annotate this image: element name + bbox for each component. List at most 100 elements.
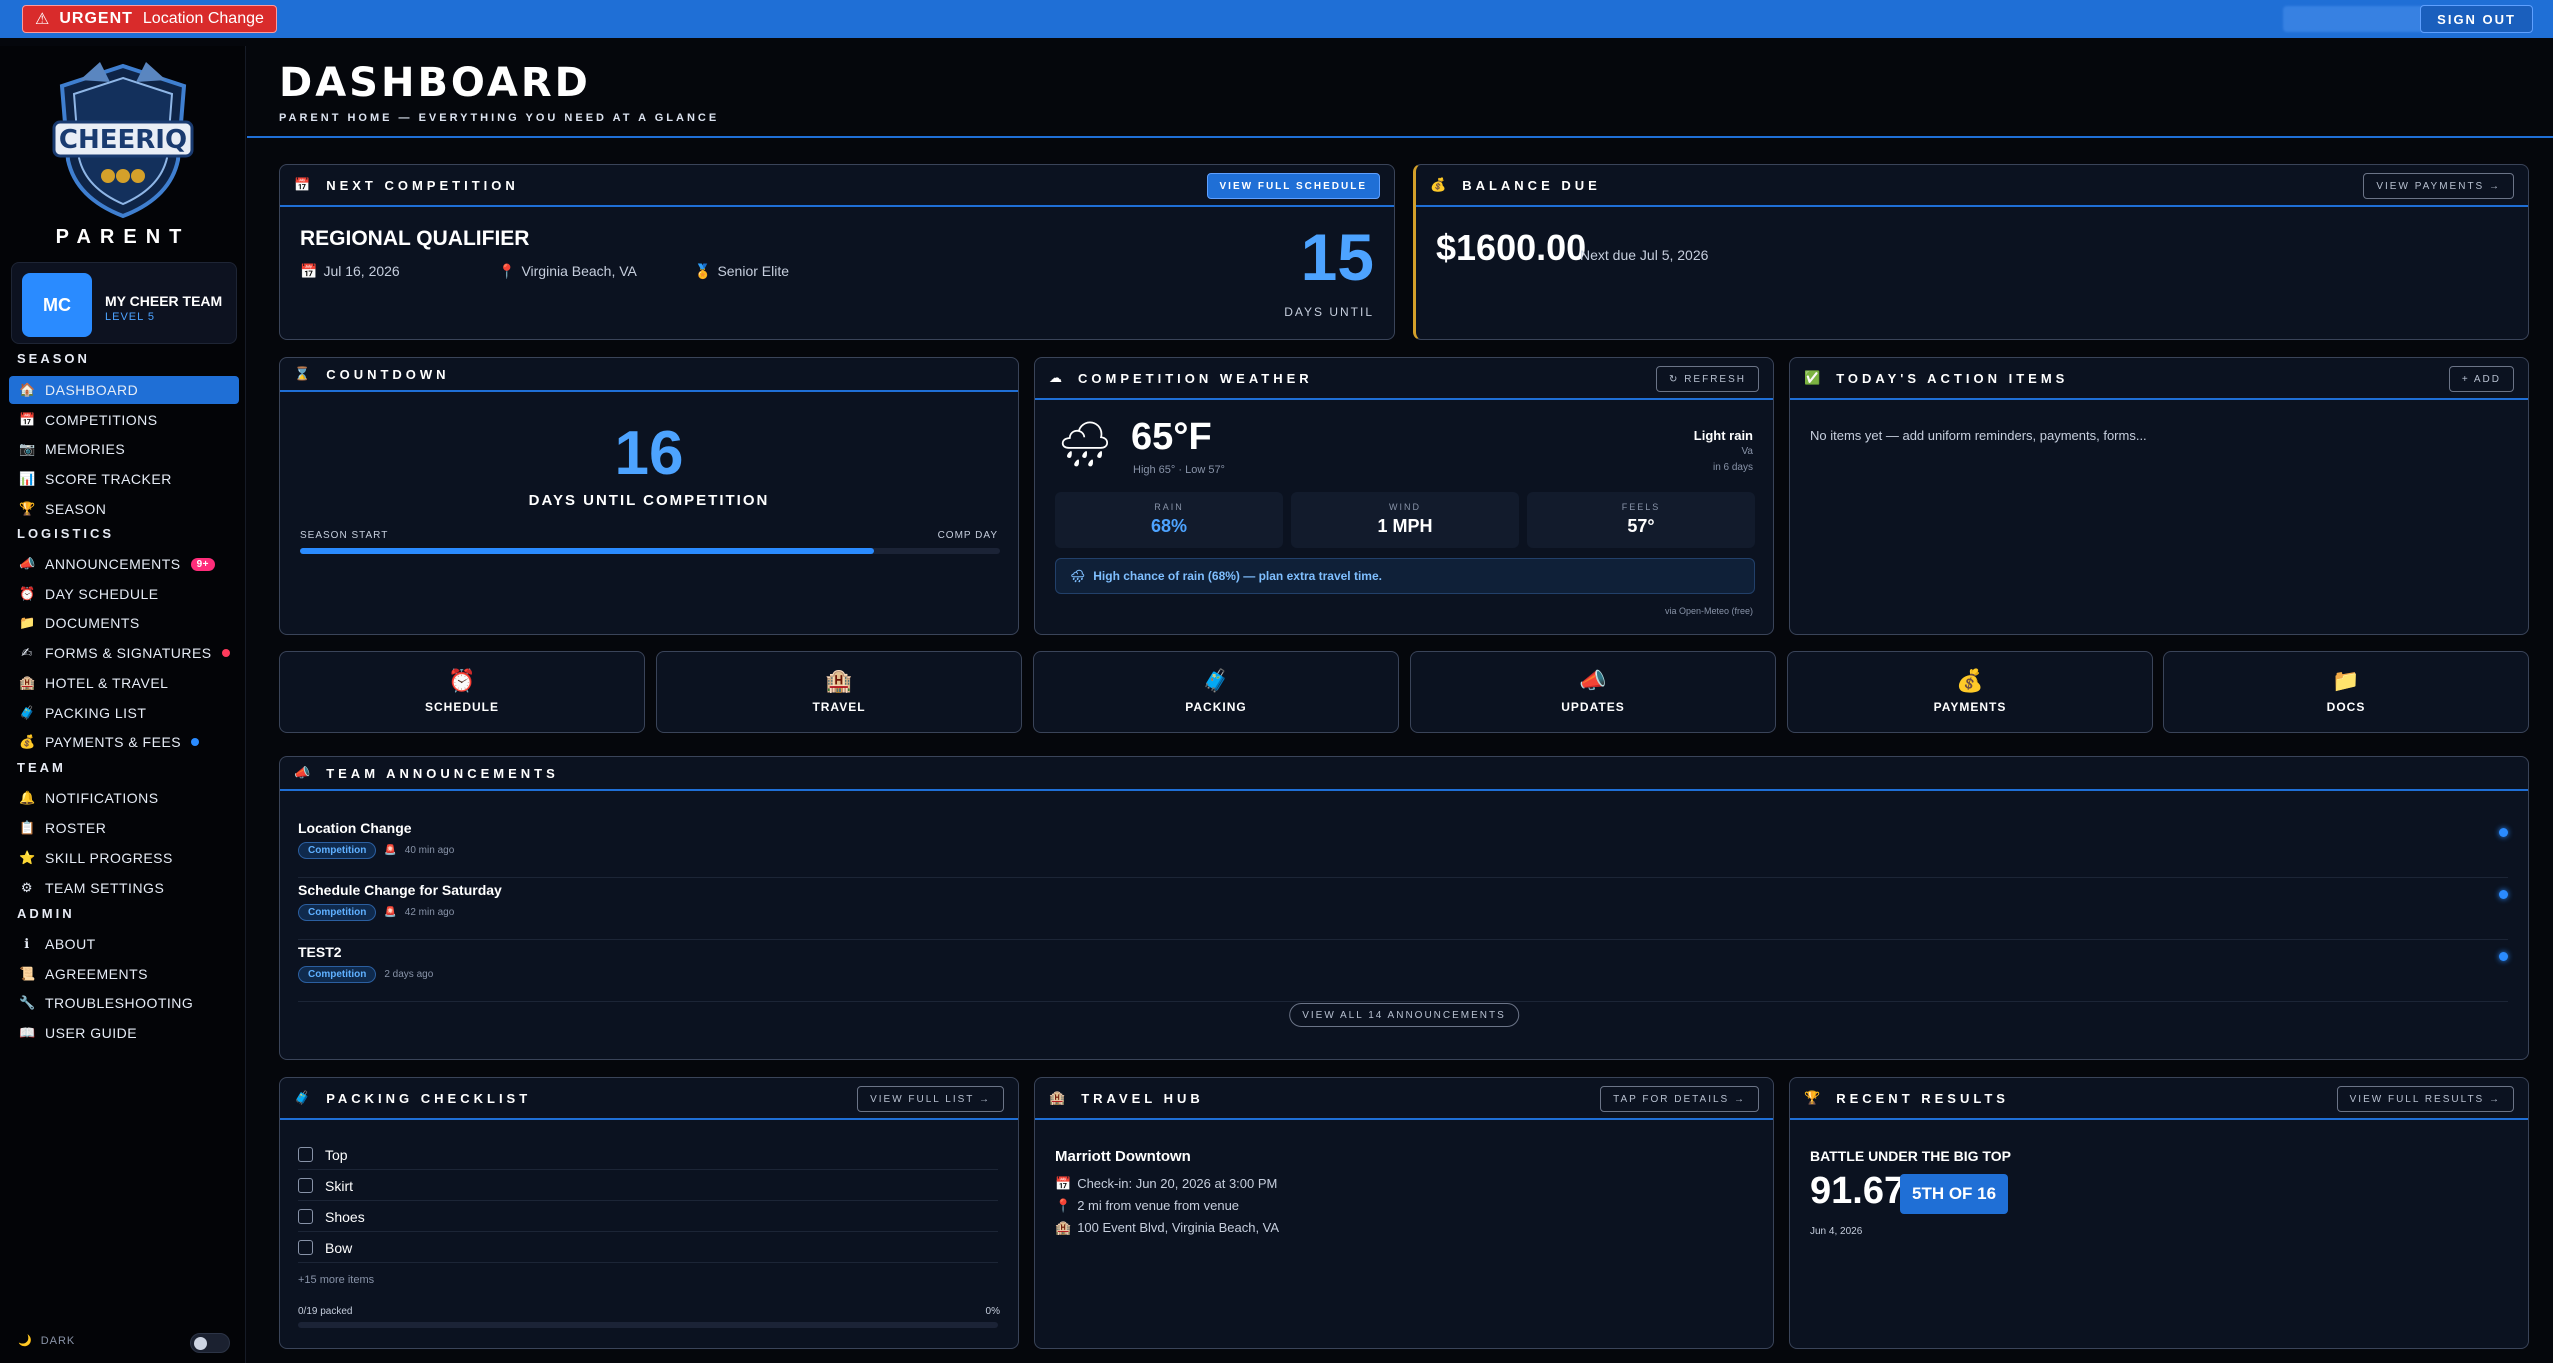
sign-out-button[interactable]: SIGN OUT	[2420, 5, 2533, 33]
sidebar-item-about[interactable]: ℹ ABOUT	[9, 930, 239, 958]
card-title: RECENT RESULTS	[1836, 1090, 2009, 1106]
tile-payments[interactable]: 💰 PAYMENTS	[1787, 651, 2153, 733]
checkbox[interactable]	[298, 1178, 313, 1193]
result-date: Jun 4, 2026	[1810, 1226, 1863, 1237]
section-season: SEASON	[17, 351, 90, 366]
balance-amount: $1600.00	[1436, 227, 1587, 268]
tile-docs[interactable]: 📁 DOCS	[2163, 651, 2529, 733]
sidebar-item-notifications[interactable]: 🔔 NOTIFICATIONS	[9, 784, 239, 812]
megaphone-icon: 📣	[19, 556, 36, 571]
sidebar-item-label: COMPETITIONS	[45, 412, 158, 428]
folder-icon: 📁	[19, 615, 36, 630]
urgent-alert-banner[interactable]: ⚠ URGENT Location Change	[22, 5, 277, 33]
sidebar-item-payments[interactable]: 💰 PAYMENTS & FEES	[9, 728, 239, 756]
tap-for-details-button[interactable]: TAP FOR DETAILS →	[1600, 1086, 1759, 1112]
weather-temp: 65°F	[1131, 416, 1212, 458]
refresh-weather-button[interactable]: ↻ REFRESH	[1656, 366, 1759, 392]
add-action-item-button[interactable]: + ADD	[2448, 366, 2514, 392]
sidebar-item-skill-progress[interactable]: ⭐ SKILL PROGRESS	[9, 844, 239, 872]
announcement-title: Location Change	[298, 820, 412, 836]
sidebar-item-label: ROSTER	[45, 820, 107, 836]
sidebar-item-memories[interactable]: 📷 MEMORIES	[9, 435, 239, 463]
cheeriq-logo: CHEERIQ	[52, 62, 194, 219]
announcement-item[interactable]: Location Change Competition 🚨 40 min ago	[298, 816, 2508, 878]
alarm-clock-icon: ⏰	[19, 586, 36, 601]
action-items-card: ✅ TODAY'S ACTION ITEMS + ADD No items yet…	[1789, 357, 2529, 635]
house-icon: 🏠	[19, 382, 36, 397]
packing-item[interactable]: Shoes	[298, 1202, 998, 1232]
dark-mode-toggle[interactable]	[190, 1333, 230, 1353]
sidebar-item-team-settings[interactable]: ⚙ TEAM SETTINGS	[9, 874, 239, 902]
trophy-icon: 🏆	[19, 501, 36, 516]
packing-item[interactable]: Top	[298, 1140, 998, 1170]
competition-location: 📍 Virginia Beach, VA	[498, 263, 637, 280]
card-title: PACKING CHECKLIST	[326, 1090, 532, 1106]
tile-label: PAYMENTS	[1933, 700, 2007, 714]
page-header: DASHBOARD PARENT HOME — EVERYTHING YOU N…	[247, 46, 2553, 138]
announcement-tag: Competition	[298, 904, 377, 921]
role-label: PARENT	[55, 226, 191, 248]
tile-packing[interactable]: 🧳 PACKING	[1033, 651, 1399, 733]
checkbox[interactable]	[298, 1240, 313, 1255]
camera-icon: 📷	[19, 441, 36, 456]
next-competition-card: 📅 NEXT COMPETITION VIEW FULL SCHEDULE REG…	[279, 164, 1395, 340]
sidebar-item-hotel-travel[interactable]: 🏨 HOTEL & TRAVEL	[9, 669, 239, 697]
wind-label: WIND	[1389, 502, 1421, 512]
feels-stat: FEELS 57°	[1527, 492, 1755, 548]
announcement-item[interactable]: Schedule Change for Saturday Competition 🚨…	[298, 878, 2508, 940]
countdown-progress-track	[300, 548, 1000, 554]
days-until-label: DAYS UNTIL	[1284, 305, 1374, 319]
calendar-icon: 📅	[19, 412, 36, 427]
view-all-announcements-button[interactable]: VIEW ALL 14 ANNOUNCEMENTS	[1289, 1003, 1519, 1027]
view-payments-button[interactable]: VIEW PAYMENTS →	[2363, 173, 2514, 199]
calendar-icon: 📅	[300, 263, 318, 279]
wrench-icon: 🔧	[19, 995, 36, 1010]
megaphone-icon: 📣	[294, 765, 315, 780]
checkbox[interactable]	[298, 1147, 313, 1162]
packing-item[interactable]: Skirt	[298, 1171, 998, 1201]
forms-alert-dot	[221, 649, 230, 657]
sidebar-item-agreements[interactable]: 📜 AGREEMENTS	[9, 960, 239, 988]
comp-day-label: COMP DAY	[937, 530, 998, 541]
sidebar-item-dashboard[interactable]: 🏠 DASHBOARD	[9, 376, 239, 404]
address-text: 100 Event Blvd, Virginia Beach, VA	[1077, 1220, 1280, 1235]
tile-travel[interactable]: 🏨 TRAVEL	[656, 651, 1022, 733]
packing-item-label: Top	[325, 1146, 348, 1163]
packing-item[interactable]: Bow	[298, 1233, 998, 1263]
view-full-results-button[interactable]: VIEW FULL RESULTS →	[2336, 1086, 2514, 1112]
sidebar-item-announcements[interactable]: 📣 ANNOUNCEMENTS 9+	[9, 550, 239, 578]
checkbox-icon: ✅	[1804, 370, 1825, 385]
rain-label: RAIN	[1154, 502, 1184, 512]
calendar-icon: 📅	[1055, 1176, 1072, 1191]
announcement-time: 2 days ago	[384, 969, 434, 980]
card-title: TODAY'S ACTION ITEMS	[1836, 370, 2069, 386]
sidebar-item-packing-list[interactable]: 🧳 PACKING LIST	[9, 699, 239, 727]
tile-schedule[interactable]: ⏰ SCHEDULE	[279, 651, 645, 733]
tile-updates[interactable]: 📣 UPDATES	[1410, 651, 1776, 733]
packing-item-label: Shoes	[325, 1208, 365, 1225]
sidebar-item-troubleshooting[interactable]: 🔧 TROUBLESHOOTING	[9, 989, 239, 1017]
sidebar-item-roster[interactable]: 📋 ROSTER	[9, 814, 239, 842]
sidebar-item-score-tracker[interactable]: 📊 SCORE TRACKER	[9, 465, 239, 493]
announcement-tag: Competition	[298, 966, 377, 983]
view-full-schedule-button[interactable]: VIEW FULL SCHEDULE	[1206, 173, 1380, 199]
urgent-flag-icon: 🚨	[384, 907, 397, 918]
team-card[interactable]: MC MY CHEER TEAM LEVEL 5	[11, 262, 237, 344]
announcement-item[interactable]: TEST2 Competition 2 days ago	[298, 940, 2508, 1002]
checkbox[interactable]	[298, 1209, 313, 1224]
sidebar-item-day-schedule[interactable]: ⏰ DAY SCHEDULE	[9, 580, 239, 608]
sidebar-item-documents[interactable]: 📁 DOCUMENTS	[9, 609, 239, 637]
sidebar-item-forms[interactable]: ✍ FORMS & SIGNATURES	[9, 639, 239, 667]
competition-division: 🏅 Senior Elite	[694, 263, 789, 280]
sidebar-item-season[interactable]: 🏆 SEASON	[9, 495, 239, 523]
view-full-list-button[interactable]: VIEW FULL LIST →	[857, 1086, 1004, 1112]
sidebar-item-user-guide[interactable]: 📖 USER GUIDE	[9, 1019, 239, 1047]
rain-alert-text: High chance of rain (68%) — plan extra t…	[1093, 569, 1382, 583]
weather-when: in 6 days	[1712, 462, 1753, 473]
hotel-icon: 🏨	[1055, 1220, 1072, 1235]
sidebar-item-competitions[interactable]: 📅 COMPETITIONS	[9, 406, 239, 434]
hotel-icon: 🏨	[1049, 1090, 1070, 1105]
competition-division-text: Senior Elite	[717, 263, 790, 279]
travel-hub-card: 🏨 TRAVEL HUB TAP FOR DETAILS → Marriott D…	[1034, 1077, 1774, 1349]
result-event-name: BATTLE UNDER THE BIG TOP	[1810, 1148, 2011, 1164]
